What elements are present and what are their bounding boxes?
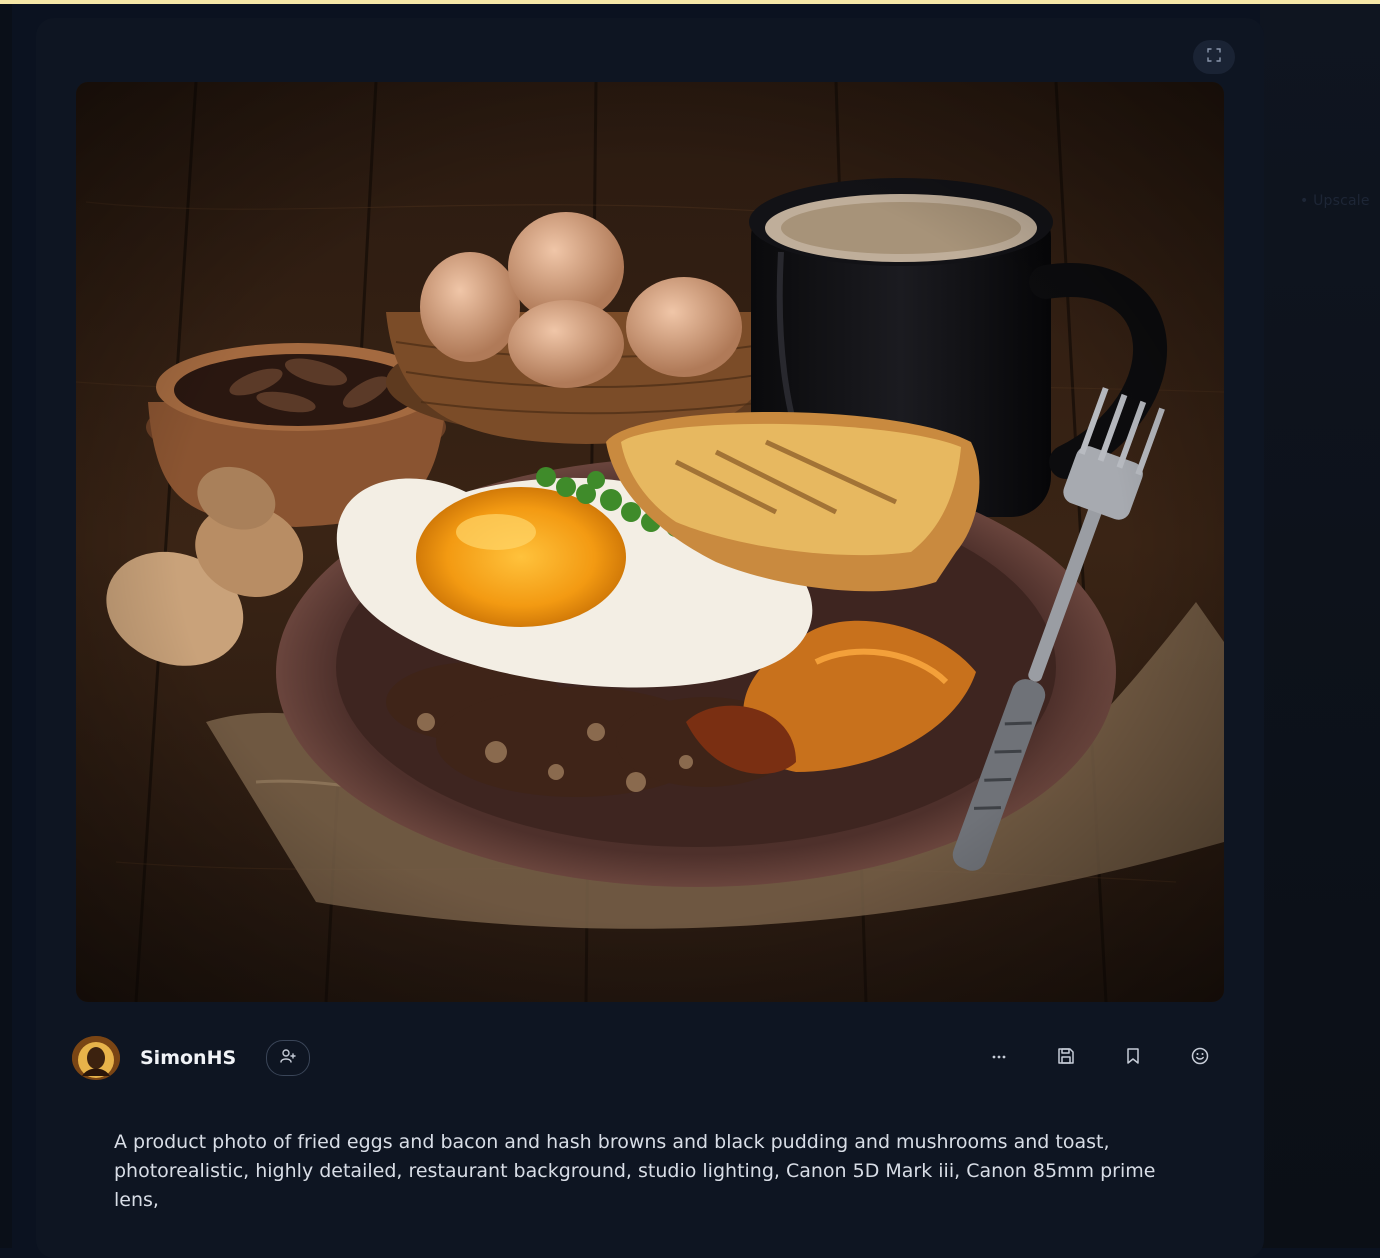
user-plus-icon xyxy=(279,1047,297,1069)
background-panel xyxy=(1260,4,1380,1248)
avatar[interactable] xyxy=(72,1036,120,1080)
more-icon xyxy=(990,1047,1008,1069)
more-button[interactable] xyxy=(982,1042,1016,1074)
left-edge xyxy=(0,4,12,1248)
author-name[interactable]: SimonHS xyxy=(140,1047,236,1069)
save-icon xyxy=(1056,1046,1076,1070)
expand-icon xyxy=(1205,46,1223,68)
follow-button[interactable] xyxy=(266,1040,310,1076)
author-row: SimonHS xyxy=(72,1036,1232,1082)
react-button[interactable] xyxy=(1183,1042,1217,1074)
background-upscale-label: • Upscale xyxy=(1300,193,1370,209)
bookmark-icon xyxy=(1123,1046,1143,1070)
save-button[interactable] xyxy=(1049,1042,1083,1074)
generated-image[interactable] xyxy=(76,82,1224,1002)
expand-button[interactable] xyxy=(1193,40,1235,74)
prompt-text: A product photo of fried eggs and bacon … xyxy=(114,1131,1156,1211)
smile-icon xyxy=(1190,1046,1210,1070)
top-accent-strip xyxy=(0,0,1380,4)
bookmark-button[interactable] xyxy=(1116,1042,1150,1074)
